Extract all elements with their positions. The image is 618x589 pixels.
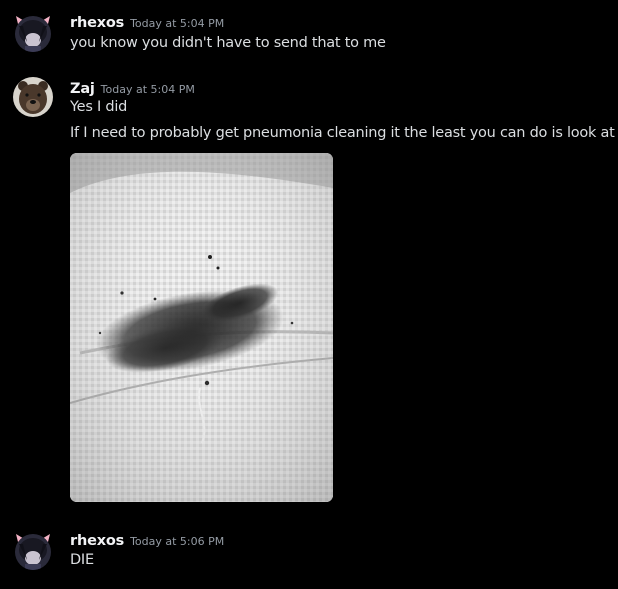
message-header: Zaj Today at 5:04 PM bbox=[70, 78, 195, 97]
message-text: Yes I did bbox=[70, 99, 128, 115]
bear-avatar-icon bbox=[13, 77, 53, 117]
paper-towel-with-dark-stain-photo bbox=[70, 153, 333, 502]
username[interactable]: Zaj bbox=[70, 81, 95, 97]
zaj-avatar[interactable] bbox=[13, 77, 53, 117]
timestamp: Today at 5:04 PM bbox=[100, 83, 195, 96]
message-header: rhexos Today at 5:04 PM bbox=[70, 12, 224, 31]
image-attachment[interactable] bbox=[70, 153, 333, 502]
rhexos-avatar[interactable] bbox=[13, 12, 53, 52]
timestamp: Today at 5:04 PM bbox=[130, 17, 225, 30]
username[interactable]: rhexos bbox=[70, 15, 124, 31]
cat-ear-anime-avatar-icon bbox=[15, 534, 51, 570]
timestamp: Today at 5:06 PM bbox=[130, 535, 225, 548]
message-text: you know you didn't have to send that to… bbox=[70, 35, 386, 51]
message-text: If I need to probably get pneumonia clea… bbox=[70, 125, 618, 141]
message-header: rhexos Today at 5:06 PM bbox=[70, 530, 224, 549]
message-text: DIE bbox=[70, 552, 94, 568]
cat-ear-anime-avatar-icon bbox=[15, 16, 51, 52]
username[interactable]: rhexos bbox=[70, 533, 124, 549]
rhexos-avatar[interactable] bbox=[13, 530, 53, 570]
